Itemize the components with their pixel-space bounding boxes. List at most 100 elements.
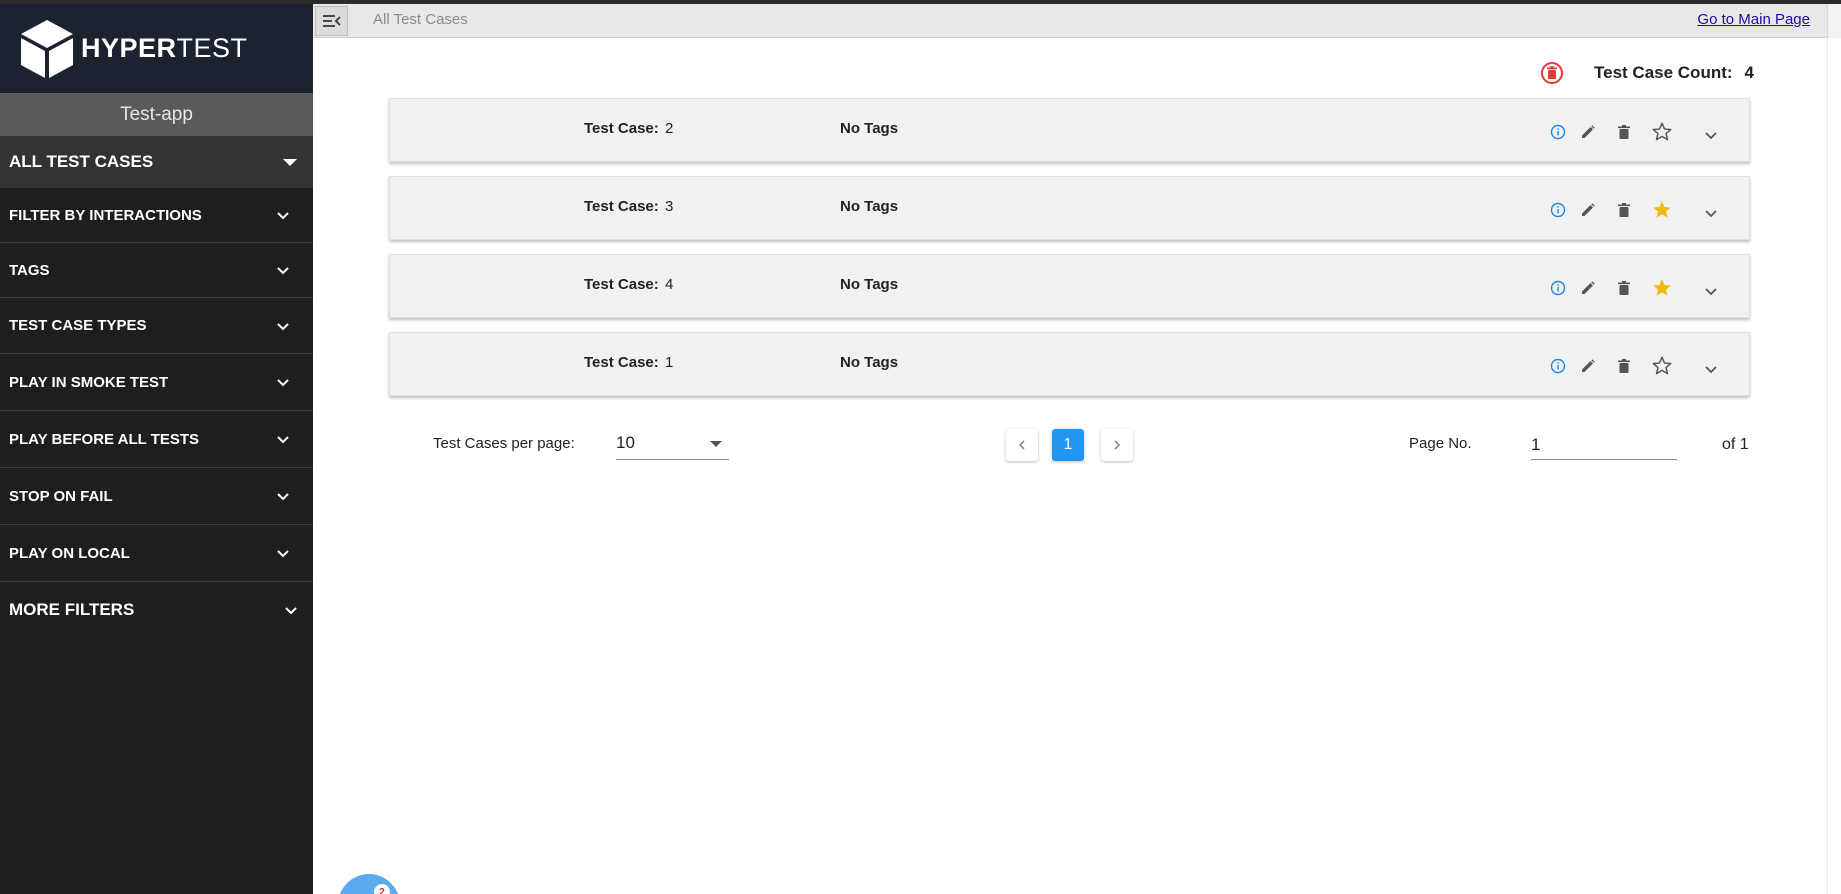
floating-action-button[interactable] [338,874,400,894]
per-page-select[interactable]: 10 [616,430,729,460]
test-case-count-label: Test Case Count: [1594,63,1733,82]
filter-tags[interactable]: TAGS [0,243,313,298]
test-case-card[interactable]: Test Case: 3 No Tags [389,176,1750,240]
chevron-down-icon [277,436,289,444]
chevron-down-icon [277,379,289,387]
test-case-label: Test Case: [584,276,659,293]
next-page-button[interactable] [1101,429,1133,461]
caret-down-icon [283,158,297,166]
test-case-actions [1548,352,1722,380]
chevron-down-icon [285,607,297,615]
test-case-number: 4 [665,276,674,293]
filter-label: PLAY ON LOCAL [9,544,130,562]
filter-test-case-types[interactable]: TEST CASE TYPES [0,298,313,354]
trash-icon[interactable] [1614,199,1634,221]
trash-icon[interactable] [1614,121,1634,143]
test-case-actions [1548,118,1722,146]
star-icon[interactable] [1650,120,1674,144]
test-case-count-value: 4 [1744,63,1755,82]
filter-label: TAGS [9,261,50,279]
star-filled-icon[interactable] [1650,276,1674,300]
prev-page-button[interactable] [1006,429,1038,461]
test-case-card[interactable]: Test Case: 1 No Tags [389,332,1750,396]
vertical-scrollbar[interactable] [1827,38,1841,894]
breadcrumb: All Test Cases [373,11,468,28]
go-to-main-page-link[interactable]: Go to Main Page [1697,11,1810,28]
filter-label: STOP ON FAIL [9,487,113,505]
star-filled-icon[interactable] [1650,198,1674,222]
page-no-label: Page No. [1409,435,1472,452]
more-filters[interactable]: MORE FILTERS [0,582,313,638]
test-case-tags: No Tags [840,354,899,371]
star-icon[interactable] [1650,354,1674,378]
info-icon[interactable] [1548,277,1568,299]
filter-interactions[interactable]: FILTER BY INTERACTIONS [0,188,313,243]
chevron-down-icon [277,550,289,558]
notification-badge: 2 [374,884,390,894]
dropdown-caret-icon [710,441,722,447]
page-button-current[interactable]: 1 [1052,429,1084,461]
filter-stop-on-fail[interactable]: STOP ON FAIL [0,468,313,525]
test-case-card[interactable]: Test Case: 4 No Tags [389,254,1750,318]
chevron-down-icon [277,267,289,275]
test-case-tags: No Tags [840,276,899,293]
filter-label: PLAY IN SMOKE TEST [9,373,169,391]
test-case-tags: No Tags [840,120,899,137]
test-case-actions [1548,196,1722,224]
filter-play-in-smoke-test[interactable]: PLAY IN SMOKE TEST [0,354,313,411]
trash-icon[interactable] [1614,355,1634,377]
menu-toggle-button[interactable] [315,6,348,36]
delete-circle-icon[interactable] [1540,61,1564,85]
info-icon[interactable] [1548,121,1568,143]
pencil-icon[interactable] [1578,277,1598,299]
page-no-input[interactable] [1531,430,1677,460]
test-case-number: 2 [665,120,674,137]
scrollbar-top[interactable] [1827,4,1841,38]
chevron-down-icon[interactable] [1700,358,1722,380]
chevron-down-icon [277,322,289,330]
cube-logo-icon [21,19,73,78]
menu-collapse-icon [322,15,341,27]
test-case-label: Test Case: [584,354,659,371]
logo-text: HYPERTEST [81,33,248,64]
logo-text-bold: HYPER [81,33,177,63]
test-case-number: 3 [665,198,674,215]
info-icon[interactable] [1548,355,1568,377]
per-page-label: Test Cases per page: [433,435,575,452]
all-test-cases-dropdown[interactable]: ALL TEST CASES [0,136,313,188]
chevron-right-icon [1114,440,1121,450]
page-total: of 1 [1722,436,1749,453]
test-case-number: 1 [665,354,674,371]
test-case-actions [1548,274,1722,302]
top-bar: All Test Cases Go to Main Page [313,4,1841,38]
chevron-down-icon [277,493,289,501]
test-case-count-row: Test Case Count: 4 [1540,60,1754,86]
chevron-down-icon[interactable] [1700,124,1722,146]
filter-label: FILTER BY INTERACTIONS [9,206,202,224]
pencil-icon[interactable] [1578,121,1598,143]
chevron-down-icon [277,212,289,220]
test-case-label: Test Case: [584,120,659,137]
sidebar: HYPERTEST Test-app ALL TEST CASES FILTER… [0,4,313,894]
app-name: Test-app [0,93,313,136]
chevron-down-icon[interactable] [1700,280,1722,302]
chevron-down-icon[interactable] [1700,202,1722,224]
test-case-tags: No Tags [840,198,899,215]
per-page-value: 10 [616,433,635,452]
all-test-cases-label: ALL TEST CASES [9,152,154,171]
logo-text-light: TEST [176,33,248,63]
app-root: HYPERTEST Test-app ALL TEST CASES FILTER… [0,0,1841,894]
logo: HYPERTEST [0,4,313,93]
trash-icon[interactable] [1614,277,1634,299]
test-case-label: Test Case: [584,198,659,215]
chevron-left-icon [1018,440,1025,450]
info-icon[interactable] [1548,199,1568,221]
pencil-icon[interactable] [1578,199,1598,221]
filter-label: PLAY BEFORE ALL TESTS [9,430,200,448]
filter-play-before-all-tests[interactable]: PLAY BEFORE ALL TESTS [0,411,313,468]
more-filters-label: MORE FILTERS [9,600,135,619]
filter-label: TEST CASE TYPES [9,317,147,334]
filter-play-on-local[interactable]: PLAY ON LOCAL [0,525,313,582]
test-case-card[interactable]: Test Case: 2 No Tags [389,98,1750,162]
pencil-icon[interactable] [1578,355,1598,377]
